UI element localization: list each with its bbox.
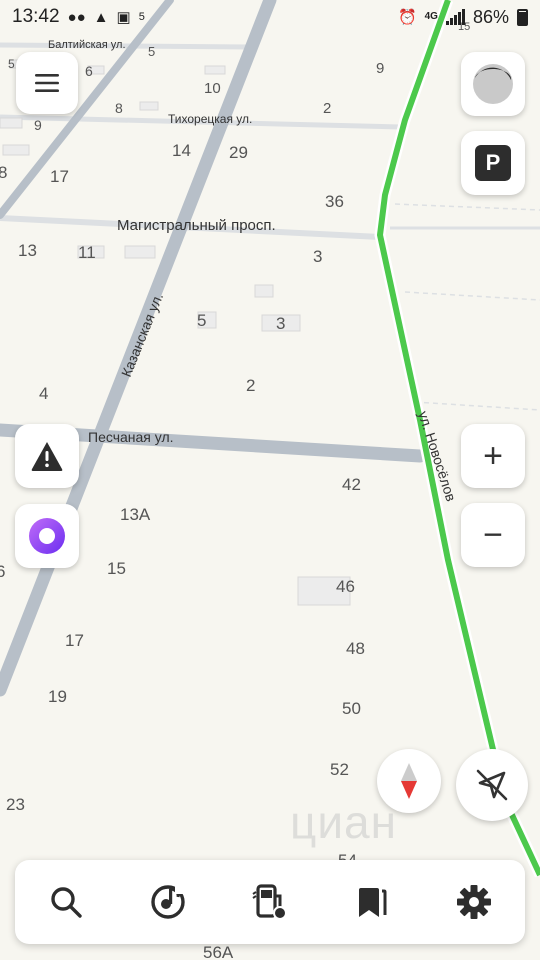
house-number: 3 [313, 247, 322, 266]
bottom-nav [15, 860, 525, 944]
search-icon [51, 887, 82, 918]
house-number: 5 [197, 311, 206, 330]
house-number: 48 [346, 639, 365, 658]
house-number: 6 [85, 63, 93, 79]
zoom-in-label: + [483, 437, 503, 475]
settings-icon [457, 885, 491, 919]
house-number: 50 [342, 699, 361, 718]
menu-button[interactable] [16, 52, 78, 114]
building [0, 117, 23, 129]
layers-button[interactable] [461, 52, 525, 116]
music-button[interactable] [138, 872, 198, 932]
battery-percent: 86% [472, 6, 509, 27]
street-label-kazanskaya: Казанская ул. [118, 290, 166, 379]
house-number: 17 [50, 167, 69, 186]
status-right: ⏰ 4G 86% [398, 7, 528, 28]
building [204, 65, 226, 75]
road-alert-button[interactable] [15, 424, 79, 488]
bubble-icon: ●● [67, 8, 86, 26]
music-icon [151, 884, 185, 919]
bookmarks-button[interactable] [342, 872, 402, 932]
building [124, 245, 156, 259]
minor-path-3 [414, 401, 540, 411]
street-label-magistralny: Магистральный просп. [117, 217, 276, 234]
building [254, 284, 274, 298]
house-number: 9 [376, 60, 384, 77]
house-number: 17 [65, 631, 84, 650]
building [139, 101, 159, 111]
house-number: 36 [325, 192, 344, 211]
street-label-peschanaya: Песчаная ул. [88, 429, 174, 445]
house-number: 52 [330, 760, 349, 779]
alice-icon [29, 518, 65, 554]
settings-button[interactable] [444, 872, 504, 932]
street-labels: Балтийская ул. Тихорецкая ул. Магистраль… [48, 39, 459, 503]
alice-button[interactable] [15, 504, 79, 568]
wifi-icon: ▣ [116, 8, 131, 26]
house-number: 42 [342, 475, 361, 494]
compass-button[interactable] [377, 749, 441, 813]
house-number: 9 [34, 117, 42, 133]
minor-path-1 [394, 203, 540, 211]
parking-label: P [485, 150, 501, 175]
fuel-icon [252, 884, 287, 920]
location-off-icon [476, 769, 508, 801]
location-button[interactable] [456, 749, 528, 821]
signal-icon [445, 9, 465, 25]
status-bar: 13:42 ●● ▲ ▣ 5 ⏰ 4G 86% [0, 0, 540, 34]
house-number: 15 [107, 559, 126, 578]
parking-button[interactable]: P [461, 131, 525, 195]
house-number: 46 [336, 577, 355, 596]
street-label-tikhoretskaya: Тихорецкая ул. [168, 112, 252, 126]
house-number: 14 [172, 141, 191, 160]
house-number: 6 [0, 562, 5, 581]
house-number: 19 [48, 687, 67, 706]
zoom-out-button[interactable]: − [461, 503, 525, 567]
bookmarks-icon [359, 888, 387, 917]
fuel-button[interactable] [240, 872, 300, 932]
small-label: 5 [138, 10, 145, 23]
house-number: 8 [0, 163, 7, 182]
house-number: 2 [323, 100, 331, 117]
house-number: 2 [246, 376, 255, 395]
house-number: 10 [204, 80, 221, 97]
menu-icon [35, 74, 59, 92]
house-number: 8 [115, 100, 123, 116]
building [2, 144, 30, 156]
search-button[interactable] [36, 872, 96, 932]
house-number: 13А [120, 505, 151, 524]
alarm-icon: ⏰ [397, 8, 417, 26]
parking-icon: P [475, 145, 511, 181]
house-number: 29 [229, 143, 248, 162]
house-number: 3 [276, 314, 285, 333]
watermark: циан [290, 796, 398, 848]
map-canvas[interactable]: Балтийская ул. Тихорецкая ул. Магистраль… [0, 0, 540, 960]
house-number: 13 [18, 241, 37, 260]
house-number: 11 [78, 243, 96, 262]
street-label-baltiyskaya: Балтийская ул. [48, 39, 126, 51]
battery-icon [517, 8, 528, 26]
status-time: 13:42 [12, 6, 60, 27]
house-number-labels: 5 3 6 5 9 10 2 8 9 14 29 8 17 36 13 11 3… [0, 21, 470, 960]
house-number: 5 [148, 44, 155, 59]
warning-icon: ▲ [93, 8, 109, 26]
house-number: 23 [6, 795, 25, 814]
status-left: 13:42 ●● ▲ ▣ 5 [12, 6, 145, 28]
layers-icon [473, 64, 513, 104]
zoom-out-label: − [483, 516, 503, 554]
minor-path-2 [404, 291, 540, 301]
compass-icon [401, 763, 417, 799]
zoom-in-button[interactable]: + [461, 424, 525, 488]
house-number: 5 [8, 57, 15, 71]
network-type: 4G [424, 11, 438, 22]
house-number: 4 [39, 384, 48, 403]
road-alert-icon [31, 442, 63, 471]
house-number: 56А [203, 943, 234, 960]
